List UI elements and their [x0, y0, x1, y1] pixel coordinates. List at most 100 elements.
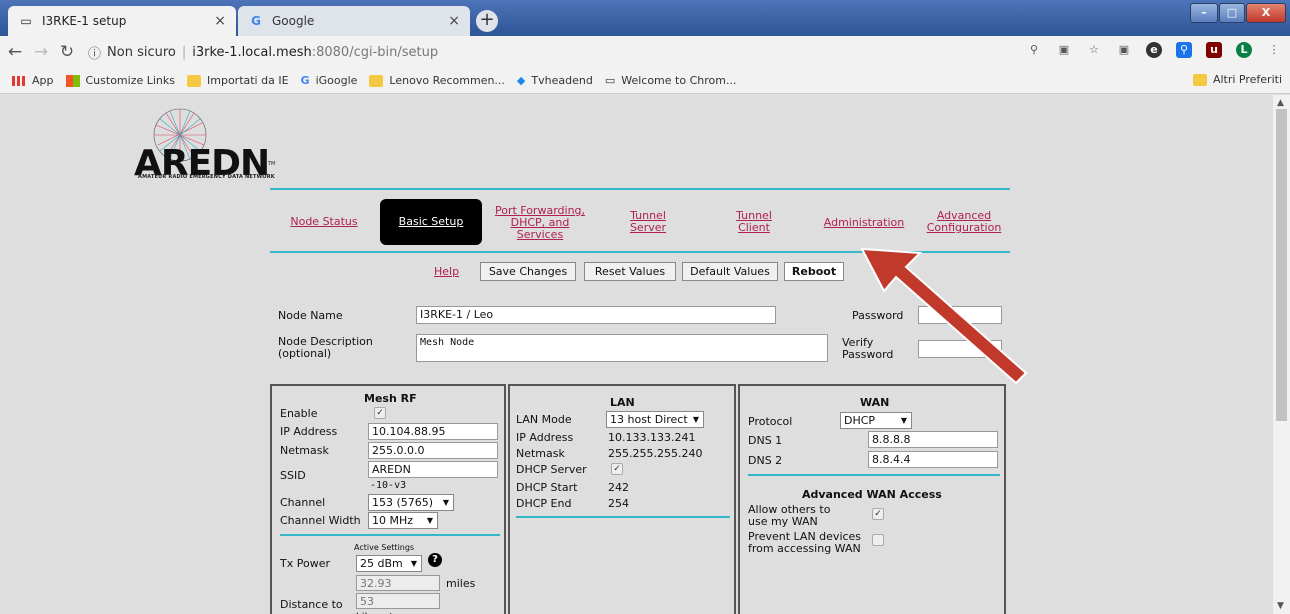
prevent-lan-checkbox[interactable] — [872, 534, 884, 546]
reload-icon[interactable]: ↻ — [56, 42, 78, 62]
back-icon[interactable]: ← — [4, 42, 26, 62]
reset-values-button[interactable]: Reset Values — [584, 262, 676, 281]
channel-width-select[interactable]: 10 MHz — [368, 512, 438, 529]
page-viewport: AREDN AMATEUR RADIO EMERGENCY DATA NETWO… — [0, 95, 1273, 614]
toolbar-icons: ⚲ ▣ ☆ ▣ e ⚲ u L ⋮ — [1012, 42, 1282, 58]
tab-port-forwarding[interactable]: Port Forwarding, DHCP, and Services — [488, 205, 592, 241]
dhcp-start-label: DHCP Start — [516, 481, 578, 494]
extension-s-icon[interactable]: ▣ — [1116, 42, 1132, 58]
translate-icon[interactable]: ▣ — [1056, 42, 1072, 58]
bookmark-welcome[interactable]: ▭ Welcome to Chrom... — [605, 74, 737, 87]
tab-tunnel-client[interactable]: Tunnel Client — [728, 210, 780, 234]
menu-icon[interactable]: ⋮ — [1266, 42, 1282, 58]
bookmark-tvheadend[interactable]: ◆ Tvheadend — [517, 74, 593, 87]
tab-setup[interactable]: ▭ I3RKE-1 setup × — [8, 6, 236, 36]
extension-search-icon[interactable]: ⚲ — [1176, 42, 1192, 58]
trademark-label: TM — [268, 161, 276, 167]
bookmark-app[interactable]: App — [12, 74, 54, 87]
distance-miles-input[interactable]: 32.93 — [356, 575, 440, 591]
prevent-lan-label: Prevent LAN devices from accessing WAN — [748, 530, 862, 555]
close-tab-icon[interactable]: × — [214, 13, 226, 29]
lan-ip-value: 10.133.133.241 — [608, 431, 696, 444]
bookmark-igoogle[interactable]: G iGoogle — [301, 74, 358, 87]
bookmark-customize-links[interactable]: Customize Links — [65, 74, 175, 87]
google-icon: G — [251, 14, 261, 28]
page-icon: ▭ — [604, 74, 616, 87]
tx-power-label: Tx Power — [280, 557, 330, 570]
ssid-input[interactable]: AREDN — [368, 461, 498, 478]
tx-power-select[interactable]: 25 dBm — [356, 555, 422, 572]
scrollbar-thumb[interactable] — [1276, 109, 1287, 421]
save-changes-button[interactable]: Save Changes — [480, 262, 576, 281]
bookmark-altri-preferiti[interactable]: Altri Preferiti — [1192, 73, 1282, 86]
bookmark-lenovo[interactable]: Lenovo Recommen... — [369, 74, 505, 87]
enable-label: Enable — [280, 407, 318, 420]
tab-advanced-configuration[interactable]: Advanced Configuration — [922, 210, 1006, 234]
profile-avatar[interactable]: L — [1236, 42, 1252, 58]
reboot-button[interactable]: Reboot — [784, 262, 844, 281]
key-icon[interactable]: ⚲ — [1026, 42, 1042, 58]
help-link[interactable]: Help — [434, 265, 459, 278]
close-tab-icon[interactable]: × — [448, 13, 460, 29]
channel-select[interactable]: 153 (5765) — [368, 494, 454, 511]
mesh-rf-panel: Mesh RF Enable ✓ IP Address 10.104.88.95… — [270, 384, 506, 614]
node-description-input[interactable]: Mesh Node — [416, 334, 828, 362]
tab-tunnel-server[interactable]: Tunnel Server — [622, 210, 674, 234]
dns1-input[interactable]: 8.8.8.8 — [868, 431, 998, 448]
dhcp-end-label: DHCP End — [516, 497, 572, 510]
mesh-ip-input[interactable]: 10.104.88.95 — [368, 423, 498, 440]
close-window-button[interactable]: X — [1246, 3, 1286, 23]
mesh-netmask-input[interactable]: 255.0.0.0 — [368, 442, 498, 459]
enable-checkbox[interactable]: ✓ — [374, 407, 386, 419]
extension-e-icon[interactable]: e — [1146, 42, 1162, 58]
maximize-button[interactable]: □ — [1219, 3, 1245, 23]
folder-icon — [1192, 73, 1207, 86]
tab-node-status[interactable]: Node Status — [284, 216, 364, 228]
lan-mode-label: LAN Mode — [516, 413, 572, 426]
scroll-up-icon[interactable]: ▲ — [1277, 98, 1284, 108]
dhcp-server-checkbox[interactable]: ✓ — [611, 463, 623, 475]
dns1-label: DNS 1 — [748, 434, 783, 447]
url-separator: | — [181, 44, 187, 60]
allow-wan-label: Allow others to use my WAN — [748, 503, 831, 528]
help-question-icon[interactable]: ? — [428, 553, 442, 567]
tab-strip: ▭ I3RKE-1 setup × G Google × + – □ X — [0, 0, 1290, 36]
node-name-input[interactable]: I3RKE-1 / Leo — [416, 306, 776, 324]
lan-netmask-label: Netmask — [516, 447, 565, 460]
info-icon[interactable]: ⓘ — [88, 43, 101, 62]
star-icon[interactable]: ☆ — [1086, 42, 1102, 58]
allow-wan-checkbox[interactable]: ✓ — [872, 508, 884, 520]
url-path: :8080/cgi-bin/setup — [311, 44, 439, 60]
tab-google[interactable]: G Google × — [238, 6, 470, 36]
mesh-rf-title: Mesh RF — [364, 392, 417, 405]
scroll-down-icon[interactable]: ▼ — [1277, 601, 1284, 611]
distance-km-input[interactable]: 53 — [356, 593, 440, 609]
folder-icon — [369, 74, 384, 87]
default-values-button[interactable]: Default Values — [682, 262, 778, 281]
tab-basic-setup[interactable]: Basic Setup — [380, 199, 482, 245]
lan-title: LAN — [610, 396, 635, 409]
distance-label: Distance to — [280, 598, 343, 611]
lan-mode-select[interactable]: 13 host Direct — [606, 411, 704, 428]
annotation-arrow-icon — [860, 247, 1028, 385]
wan-title: WAN — [860, 396, 890, 409]
bookmarks-bar: App Customize Links Importati da IE G iG… — [0, 68, 1290, 94]
active-settings-label: Active Settings — [354, 543, 415, 552]
minimize-button[interactable]: – — [1190, 3, 1218, 23]
ublock-icon[interactable]: u — [1206, 42, 1222, 58]
new-tab-button[interactable]: + — [476, 10, 498, 32]
vertical-scrollbar[interactable]: ▲ ▼ — [1273, 95, 1290, 614]
bookmark-importati[interactable]: Importati da IE — [187, 74, 289, 87]
advanced-wan-title: Advanced WAN Access — [802, 488, 942, 501]
miles-unit-label: miles — [446, 577, 476, 590]
dhcp-server-label: DHCP Server — [516, 463, 587, 476]
tab-title: Google — [272, 14, 315, 28]
mesh-rf-rule — [280, 534, 500, 536]
url-input[interactable]: ⓘ Non sicuro | i3rke-1.local.mesh :8080/… — [88, 39, 438, 65]
dns2-label: DNS 2 — [748, 454, 783, 467]
forward-icon[interactable]: → — [30, 42, 52, 62]
url-host: i3rke-1.local.mesh — [192, 44, 312, 60]
dns2-input[interactable]: 8.8.4.4 — [868, 451, 998, 468]
tab-administration[interactable]: Administration — [816, 217, 912, 229]
protocol-select[interactable]: DHCP — [840, 412, 912, 429]
